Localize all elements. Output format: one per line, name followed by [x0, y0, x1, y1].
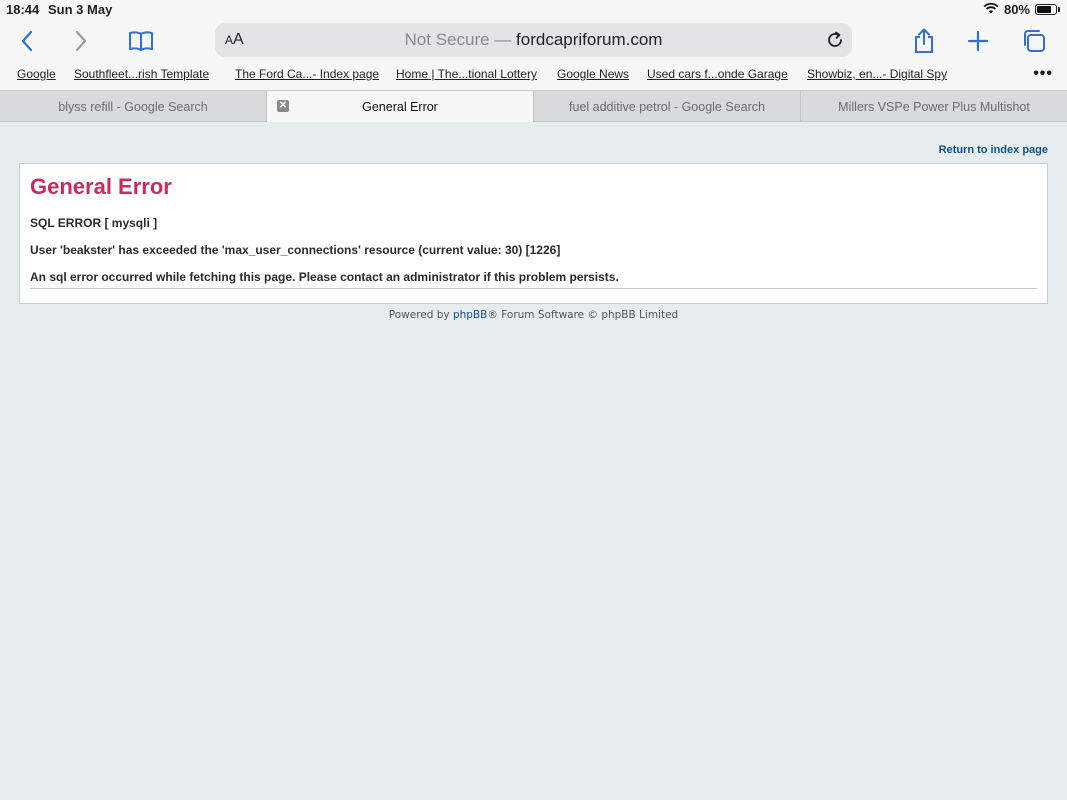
bookmark-link[interactable]: Showbiz, en...- Digital Spy [807, 67, 947, 81]
return-to-index-link[interactable]: Return to index page [939, 144, 1048, 156]
footer-suffix: ® Forum Software © phpBB Limited [487, 309, 679, 321]
footer-prefix: Powered by [388, 309, 453, 321]
error-panel: General Error SQL ERROR [ mysqli ] User … [19, 163, 1048, 304]
tab-label: blyss refill - Google Search [58, 99, 208, 114]
share-button[interactable] [907, 24, 941, 58]
reload-icon [828, 31, 842, 47]
favorites-bar: Google Southfleet...rish Template The Fo… [0, 62, 1067, 90]
reload-button[interactable] [824, 29, 846, 51]
bookmark-link[interactable]: The Ford Ca...- Index page [235, 67, 379, 81]
url-domain: fordcapriforum.com [516, 30, 663, 49]
toolbar: AA Not Secure — fordcapriforum.com [0, 20, 1067, 62]
tab-general-error[interactable]: ✕ General Error [267, 91, 534, 122]
chevron-right-icon [75, 30, 87, 52]
not-secure-label: Not Secure — [404, 30, 512, 49]
status-bar: 18:44 Sun 3 May 80% [0, 0, 1067, 20]
tabs-icon [1024, 30, 1045, 52]
bookmarks-button[interactable] [124, 24, 158, 58]
bookmark-link[interactable]: Home | The...tional Lottery [396, 67, 537, 81]
book-icon [129, 31, 153, 51]
status-date: Sun 3 May [48, 2, 113, 17]
tab-blyss-refill[interactable]: blyss refill - Google Search [0, 91, 267, 122]
footer: Powered by phpBB® Forum Software © phpBB… [0, 309, 1067, 321]
tab-label: Millers VSPe Power Plus Multishot [838, 99, 1030, 114]
browser-chrome: 18:44 Sun 3 May 80% AA Not Secure — ford… [0, 0, 1067, 122]
divider [30, 288, 1037, 289]
plus-icon [967, 30, 989, 52]
page-title: General Error [30, 174, 172, 199]
new-tab-button[interactable] [961, 24, 995, 58]
phpbb-link[interactable]: phpBB [453, 309, 487, 321]
bookmark-link[interactable]: Google News [557, 67, 629, 81]
forward-button[interactable] [64, 24, 98, 58]
close-tab-icon[interactable]: ✕ [277, 100, 289, 112]
share-icon [915, 28, 933, 53]
wifi-icon [983, 2, 999, 17]
error-message-line: An sql error occurred while fetching thi… [30, 270, 619, 284]
url-display[interactable]: Not Secure — fordcapriforum.com [405, 30, 663, 50]
status-time: 18:44 [6, 2, 40, 17]
bookmark-link[interactable]: Used cars f...onde Garage [647, 67, 788, 81]
tab-label: fuel additive petrol - Google Search [569, 99, 765, 114]
bookmark-link[interactable]: Google [17, 67, 56, 81]
tab-fuel-additive[interactable]: fuel additive petrol - Google Search [534, 91, 801, 122]
reader-text-size-button[interactable]: AA [225, 31, 244, 49]
error-sql-line: SQL ERROR [ mysqli ] [30, 216, 158, 230]
tab-label: General Error [362, 99, 438, 114]
more-icon[interactable]: ••• [1033, 65, 1053, 83]
error-detail-line: User 'beakster' has exceeded the 'max_us… [30, 243, 561, 257]
chevron-left-icon [21, 30, 33, 52]
status-indicators: 80% [983, 2, 1060, 17]
battery-icon [1035, 4, 1060, 15]
address-bar[interactable]: AA Not Secure — fordcapriforum.com [215, 23, 852, 57]
battery-percent: 80% [1003, 2, 1030, 17]
back-button[interactable] [10, 24, 44, 58]
tab-millers-vspe[interactable]: Millers VSPe Power Plus Multishot [801, 91, 1067, 122]
tab-overview-button[interactable] [1017, 24, 1051, 58]
tab-bar: blyss refill - Google Search ✕ General E… [0, 90, 1067, 122]
bookmark-link[interactable]: Southfleet...rish Template [74, 67, 209, 81]
